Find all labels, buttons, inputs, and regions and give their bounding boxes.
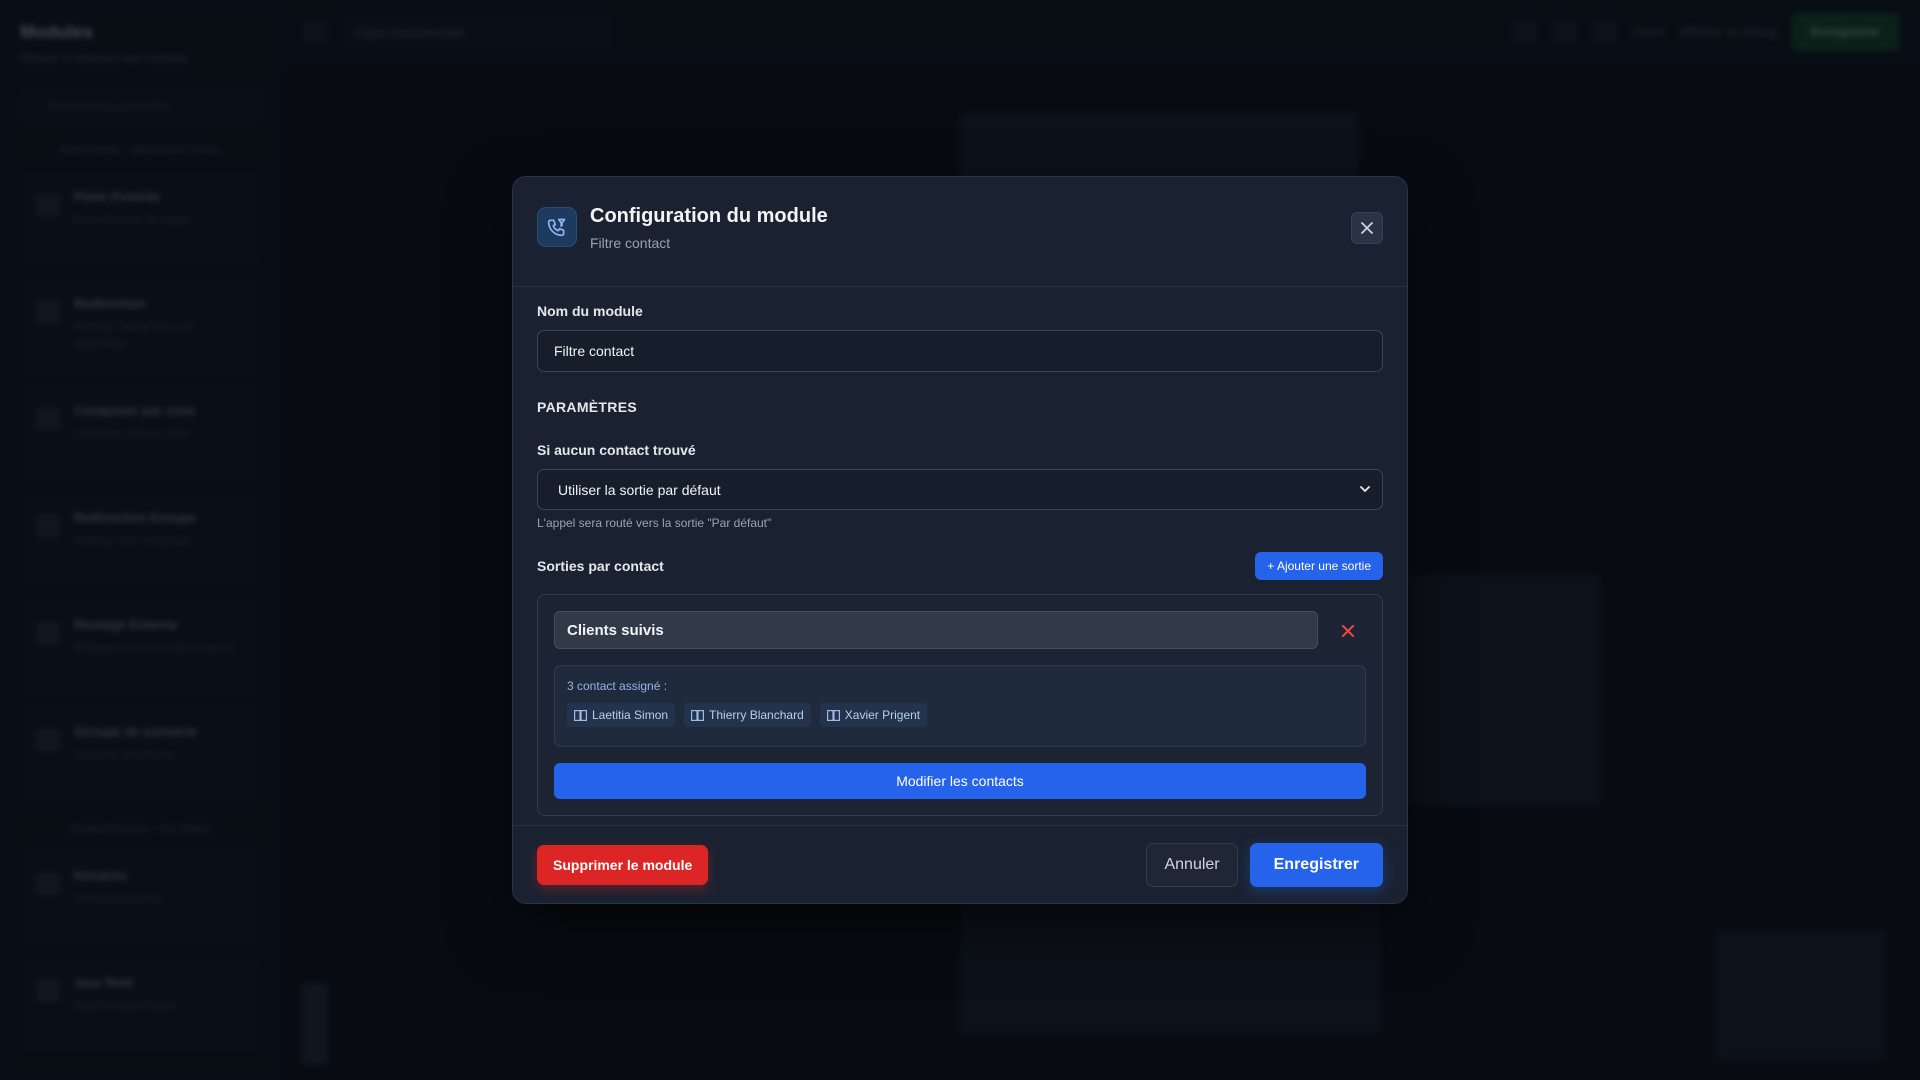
contact-name: Xavier Prigent <box>844 708 921 722</box>
contact-name: Laetitia Simon <box>592 708 669 722</box>
delete-module-button[interactable]: Supprimer le module <box>537 844 709 885</box>
chevron-down-icon <box>1360 486 1370 492</box>
no-contact-hint: L'appel sera routé vers la sortie "Par d… <box>537 516 772 530</box>
close-icon <box>1361 222 1373 234</box>
assigned-contacts-box: 3 contact assigné : Laetitia Simon Thier… <box>554 665 1366 747</box>
book-icon <box>574 709 587 721</box>
module-name-input[interactable] <box>537 330 1383 372</box>
no-contact-label: Si aucun contact trouvé <box>537 442 696 458</box>
book-icon <box>691 709 705 721</box>
modal-title: Configuration du module <box>590 205 828 227</box>
output-card: Clients suivis 3 contact assigné : Laeti… <box>537 594 1383 816</box>
contact-chip: Thierry Blanchard <box>684 703 811 727</box>
module-config-modal: Configuration du module Filtre contact N… <box>512 176 1408 904</box>
outputs-label: Sorties par contact <box>537 558 664 574</box>
params-section-title: PARAMÈTRES <box>537 399 637 415</box>
add-output-button[interactable]: + Ajouter une sortie <box>1255 552 1383 580</box>
contact-filter-icon <box>537 207 577 247</box>
modal-body: Nom du module PARAMÈTRES Si aucun contac… <box>513 287 1407 816</box>
contact-name: Thierry Blanchard <box>709 708 804 722</box>
contact-chip: Laetitia Simon <box>567 703 676 727</box>
close-icon <box>1342 625 1354 637</box>
remove-output-button[interactable] <box>1336 619 1360 643</box>
contact-chips: Laetitia Simon Thierry Blanchard Xavier … <box>567 703 1353 727</box>
outputs-header: Sorties par contact + Ajouter une sortie <box>537 552 1383 580</box>
book-icon <box>826 709 840 721</box>
save-button[interactable]: Enregistrer <box>1249 842 1383 887</box>
modal-footer: Supprimer le module Annuler Enregistrer <box>513 825 1407 903</box>
close-modal-button[interactable] <box>1351 212 1383 244</box>
modal-subtitle: Filtre contact <box>590 235 671 251</box>
assigned-count-label: 3 contact assigné : <box>567 679 668 693</box>
output-name-input[interactable]: Clients suivis <box>554 611 1318 649</box>
cancel-button[interactable]: Annuler <box>1146 842 1238 887</box>
no-contact-select[interactable]: Utiliser la sortie par défaut <box>537 469 1383 510</box>
modify-contacts-button[interactable]: Modifier les contacts <box>554 763 1366 799</box>
modal-header: Configuration du module Filtre contact <box>513 177 1407 287</box>
no-contact-select-value[interactable]: Utiliser la sortie par défaut <box>537 469 1383 510</box>
contact-chip: Xavier Prigent <box>819 703 928 727</box>
module-name-label: Nom du module <box>537 303 643 319</box>
